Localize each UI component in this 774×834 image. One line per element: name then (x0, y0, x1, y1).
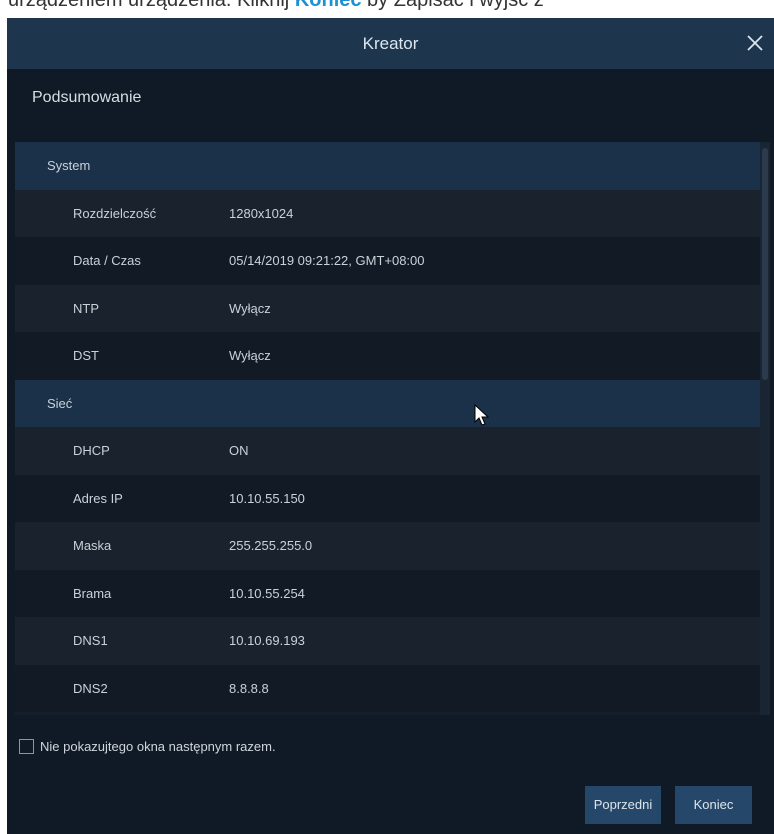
summary-row-label: Brama (73, 585, 112, 601)
summary-group-row: Sieć (15, 379, 760, 427)
summary-row-value: ON (229, 443, 249, 458)
summary-group-label: System (47, 158, 91, 173)
summary-row-value: Wyłącz (229, 300, 271, 316)
summary-row-label: DNS1 (73, 633, 108, 648)
close-icon (747, 35, 763, 51)
summary-heading: Podsumowanie (32, 89, 142, 106)
summary-row: Brama 10.10.55.254 (15, 569, 760, 617)
summary-group-label: Sieć (47, 395, 73, 411)
dont-show-again-label: Nie pokazujtego okna następnym razem. (40, 738, 276, 754)
dont-show-again-checkbox[interactable] (19, 738, 34, 754)
wizard-dialog: Kreator Podsumowanie System Rozdzielczość… (7, 18, 774, 834)
dont-show-again-option[interactable]: Nie pokazujtego okna następnym razem. (19, 736, 276, 756)
summary-row: DHCP ON (15, 427, 760, 475)
summary-row: Rozdzielczość 1280x1024 (15, 189, 760, 237)
summary-row-value: Wyłącz (229, 348, 271, 363)
dialog-title: Kreator (362, 34, 419, 53)
summary-row-label: Data / Czas (73, 253, 141, 268)
summary-row-label: Maska (73, 538, 112, 553)
close-button[interactable] (742, 30, 768, 56)
summary-row: Maska 255.255.255.0 (15, 522, 760, 570)
summary-row: DST Wyłącz (15, 332, 760, 380)
summary-row: NTP Wyłącz (15, 284, 760, 332)
summary-row-label: NTP (73, 300, 99, 316)
doc-text-before: urządzeniem urządzenia. Kliknij (8, 0, 295, 11)
summary-row-label: Rozdzielczość (73, 205, 157, 221)
summary-row-value: 10.10.55.254 (229, 585, 305, 601)
summary-row: DNS1 10.10.69.193 (15, 617, 760, 665)
previous-button[interactable]: Poprzedni (585, 786, 661, 824)
summary-row-label: DNS2 (73, 680, 108, 696)
background-document-text: urządzeniem urządzenia. Kliknij Koniec b… (8, 0, 544, 12)
summary-table[interactable]: System Rozdzielczość 1280x1024 Data / Czas 0… (15, 142, 760, 715)
summary-row-value: 255.255.255.0 (229, 538, 313, 553)
summary-row: Adres IP 10.10.55.150 (15, 474, 760, 522)
summary-group-row: System (15, 142, 760, 190)
summary-row-label: Adres IP (73, 490, 123, 506)
summary-row-label: DST (73, 348, 99, 363)
title-bar: Kreator (7, 18, 774, 69)
summary-row-value: 05/14/2019 09:21:22, GMT+08:00 (229, 253, 425, 268)
summary-row: Data / Czas 05/14/2019 09:21:22, GMT+08:0… (15, 237, 760, 285)
summary-row-value: 8.8.8.8 (229, 680, 269, 696)
summary-row-value: 1280x1024 (229, 205, 294, 221)
background-document: urządzeniem urządzenia. Kliknij Koniec b… (0, 0, 774, 18)
summary-row-label: DHCP (73, 443, 110, 458)
summary-row-value: 10.10.69.193 (229, 633, 305, 648)
finish-button[interactable]: Koniec (675, 786, 752, 824)
doc-text-after: by Zapisać i wyjść z (361, 0, 544, 11)
doc-text-link: Koniec (294, 0, 362, 11)
mouse-cursor-icon (474, 404, 490, 426)
summary-row-value: 10.10.55.150 (229, 490, 305, 506)
scrollbar-thumb[interactable] (762, 148, 768, 380)
summary-row: DNS2 8.8.8.8 (15, 664, 760, 712)
scrollbar[interactable] (760, 142, 770, 715)
